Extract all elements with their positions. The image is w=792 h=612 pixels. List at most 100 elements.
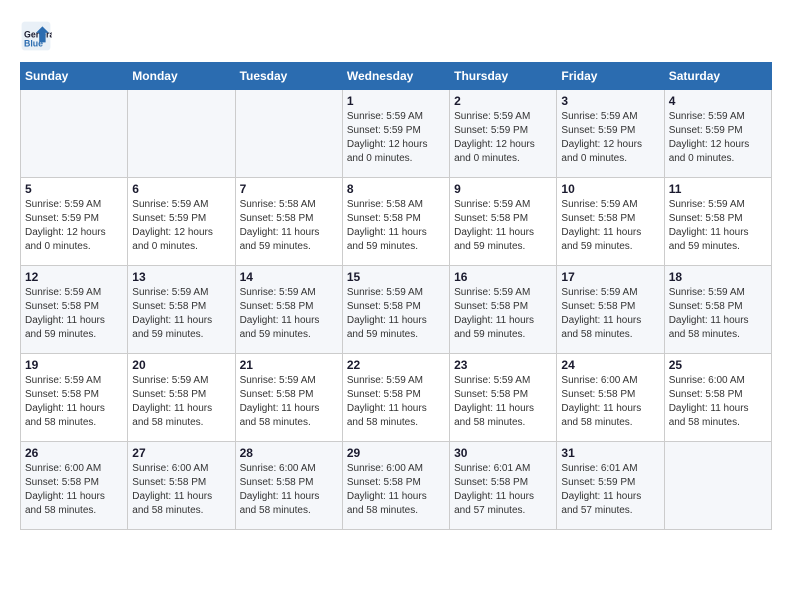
calendar-cell: 5 Sunrise: 5:59 AM Sunset: 5:59 PM Daylig… (21, 178, 128, 266)
calendar-cell: 18 Sunrise: 5:59 AM Sunset: 5:58 PM Dayli… (664, 266, 771, 354)
weekday-header-thursday: Thursday (450, 63, 557, 90)
calendar-cell: 30 Sunrise: 6:01 AM Sunset: 5:58 PM Dayli… (450, 442, 557, 530)
calendar-body: 1Sunrise: 5:59 AM Sunset: 5:59 PM Daylig… (21, 90, 772, 530)
day-info: Sunrise: 5:59 AM Sunset: 5:58 PM Dayligh… (25, 286, 123, 342)
calendar-cell: 13 Sunrise: 5:59 AM Sunset: 5:58 PM Dayli… (128, 266, 235, 354)
calendar-cell: 21Sunrise: 5:59 AM Sunset: 5:58 PM Dayli… (235, 354, 342, 442)
day-info: Sunrise: 5:59 AM Sunset: 5:58 PM Dayligh… (454, 286, 552, 342)
day-number: 13 (132, 270, 230, 284)
day-info: Sunrise: 6:00 AM Sunset: 5:58 PM Dayligh… (561, 374, 659, 430)
day-info: Sunrise: 5:59 AM Sunset: 5:58 PM Dayligh… (454, 374, 552, 430)
day-info: Sunrise: 5:59 AM Sunset: 5:58 PM Dayligh… (561, 286, 659, 342)
calendar-cell: 27 Sunrise: 6:00 AM Sunset: 5:58 PM Dayli… (128, 442, 235, 530)
day-number: 14 (240, 270, 338, 284)
calendar-cell: 11 Sunrise: 5:59 AM Sunset: 5:58 PM Dayli… (664, 178, 771, 266)
day-number: 10 (561, 182, 659, 196)
day-info: Sunrise: 5:59 AM Sunset: 5:59 PM Dayligh… (25, 198, 123, 254)
day-info: Sunrise: 5:59 AM Sunset: 5:58 PM Dayligh… (25, 374, 123, 430)
day-number: 28 (240, 446, 338, 460)
day-info: Sunrise: 6:00 AM Sunset: 5:58 PM Dayligh… (669, 374, 767, 430)
day-info: Sunrise: 6:01 AM Sunset: 5:58 PM Dayligh… (454, 462, 552, 518)
day-number: 2 (454, 94, 552, 108)
calendar-cell (664, 442, 771, 530)
calendar-cell: 4Sunrise: 5:59 AM Sunset: 5:59 PM Daylig… (664, 90, 771, 178)
day-number: 5 (25, 182, 123, 196)
calendar-cell: 10Sunrise: 5:59 AM Sunset: 5:58 PM Dayli… (557, 178, 664, 266)
logo: General Blue (20, 20, 56, 52)
day-number: 3 (561, 94, 659, 108)
day-info: Sunrise: 6:00 AM Sunset: 5:58 PM Dayligh… (25, 462, 123, 518)
day-info: Sunrise: 5:58 AM Sunset: 5:58 PM Dayligh… (240, 198, 338, 254)
calendar-cell: 25 Sunrise: 6:00 AM Sunset: 5:58 PM Dayli… (664, 354, 771, 442)
weekday-header-sunday: Sunday (21, 63, 128, 90)
calendar-table: SundayMondayTuesdayWednesdayThursdayFrid… (20, 62, 772, 530)
day-info: Sunrise: 5:59 AM Sunset: 5:58 PM Dayligh… (240, 286, 338, 342)
day-number: 17 (561, 270, 659, 284)
day-info: Sunrise: 5:59 AM Sunset: 5:59 PM Dayligh… (561, 110, 659, 166)
day-number: 24 (561, 358, 659, 372)
calendar-cell: 6Sunrise: 5:59 AM Sunset: 5:59 PM Daylig… (128, 178, 235, 266)
day-number: 27 (132, 446, 230, 460)
day-number: 11 (669, 182, 767, 196)
calendar-cell: 12 Sunrise: 5:59 AM Sunset: 5:58 PM Dayli… (21, 266, 128, 354)
calendar-cell (21, 90, 128, 178)
day-info: Sunrise: 5:58 AM Sunset: 5:58 PM Dayligh… (347, 198, 445, 254)
page-header: General Blue (20, 20, 772, 52)
day-info: Sunrise: 5:59 AM Sunset: 5:58 PM Dayligh… (669, 286, 767, 342)
calendar-cell: 19Sunrise: 5:59 AM Sunset: 5:58 PM Dayli… (21, 354, 128, 442)
calendar-cell (128, 90, 235, 178)
calendar-header: SundayMondayTuesdayWednesdayThursdayFrid… (21, 63, 772, 90)
day-info: Sunrise: 6:00 AM Sunset: 5:58 PM Dayligh… (132, 462, 230, 518)
calendar-cell: 7 Sunrise: 5:58 AM Sunset: 5:58 PM Daylig… (235, 178, 342, 266)
calendar-cell: 23 Sunrise: 5:59 AM Sunset: 5:58 PM Dayli… (450, 354, 557, 442)
day-info: Sunrise: 5:59 AM Sunset: 5:59 PM Dayligh… (347, 110, 445, 166)
day-number: 22 (347, 358, 445, 372)
weekday-row: SundayMondayTuesdayWednesdayThursdayFrid… (21, 63, 772, 90)
day-number: 18 (669, 270, 767, 284)
weekday-header-wednesday: Wednesday (342, 63, 449, 90)
calendar-cell: 26 Sunrise: 6:00 AM Sunset: 5:58 PM Dayli… (21, 442, 128, 530)
calendar-cell: 20Sunrise: 5:59 AM Sunset: 5:58 PM Dayli… (128, 354, 235, 442)
day-number: 21 (240, 358, 338, 372)
calendar-cell: 8Sunrise: 5:58 AM Sunset: 5:58 PM Daylig… (342, 178, 449, 266)
calendar-week-5: 26 Sunrise: 6:00 AM Sunset: 5:58 PM Dayli… (21, 442, 772, 530)
weekday-header-friday: Friday (557, 63, 664, 90)
day-info: Sunrise: 5:59 AM Sunset: 5:58 PM Dayligh… (132, 286, 230, 342)
day-number: 4 (669, 94, 767, 108)
day-info: Sunrise: 5:59 AM Sunset: 5:58 PM Dayligh… (669, 198, 767, 254)
weekday-header-saturday: Saturday (664, 63, 771, 90)
calendar-cell: 17 Sunrise: 5:59 AM Sunset: 5:58 PM Dayli… (557, 266, 664, 354)
calendar-cell: 1Sunrise: 5:59 AM Sunset: 5:59 PM Daylig… (342, 90, 449, 178)
day-info: Sunrise: 5:59 AM Sunset: 5:59 PM Dayligh… (454, 110, 552, 166)
calendar-week-2: 5 Sunrise: 5:59 AM Sunset: 5:59 PM Daylig… (21, 178, 772, 266)
calendar-cell: 3 Sunrise: 5:59 AM Sunset: 5:59 PM Daylig… (557, 90, 664, 178)
day-info: Sunrise: 6:01 AM Sunset: 5:59 PM Dayligh… (561, 462, 659, 518)
calendar-cell: 15 Sunrise: 5:59 AM Sunset: 5:58 PM Dayli… (342, 266, 449, 354)
day-number: 12 (25, 270, 123, 284)
calendar-cell: 31Sunrise: 6:01 AM Sunset: 5:59 PM Dayli… (557, 442, 664, 530)
day-info: Sunrise: 5:59 AM Sunset: 5:58 PM Dayligh… (132, 374, 230, 430)
day-number: 25 (669, 358, 767, 372)
calendar-week-1: 1Sunrise: 5:59 AM Sunset: 5:59 PM Daylig… (21, 90, 772, 178)
calendar-cell: 22 Sunrise: 5:59 AM Sunset: 5:58 PM Dayli… (342, 354, 449, 442)
calendar-cell: 28Sunrise: 6:00 AM Sunset: 5:58 PM Dayli… (235, 442, 342, 530)
weekday-header-monday: Monday (128, 63, 235, 90)
weekday-header-tuesday: Tuesday (235, 63, 342, 90)
day-number: 15 (347, 270, 445, 284)
day-info: Sunrise: 5:59 AM Sunset: 5:58 PM Dayligh… (347, 286, 445, 342)
day-number: 26 (25, 446, 123, 460)
calendar-cell: 9 Sunrise: 5:59 AM Sunset: 5:58 PM Daylig… (450, 178, 557, 266)
day-number: 29 (347, 446, 445, 460)
calendar-cell: 29 Sunrise: 6:00 AM Sunset: 5:58 PM Dayli… (342, 442, 449, 530)
calendar-cell (235, 90, 342, 178)
day-number: 23 (454, 358, 552, 372)
day-number: 7 (240, 182, 338, 196)
day-info: Sunrise: 5:59 AM Sunset: 5:58 PM Dayligh… (347, 374, 445, 430)
day-number: 30 (454, 446, 552, 460)
calendar-cell: 24 Sunrise: 6:00 AM Sunset: 5:58 PM Dayli… (557, 354, 664, 442)
day-number: 16 (454, 270, 552, 284)
day-info: Sunrise: 6:00 AM Sunset: 5:58 PM Dayligh… (347, 462, 445, 518)
calendar-cell: 14 Sunrise: 5:59 AM Sunset: 5:58 PM Dayli… (235, 266, 342, 354)
day-number: 9 (454, 182, 552, 196)
day-info: Sunrise: 5:59 AM Sunset: 5:58 PM Dayligh… (454, 198, 552, 254)
